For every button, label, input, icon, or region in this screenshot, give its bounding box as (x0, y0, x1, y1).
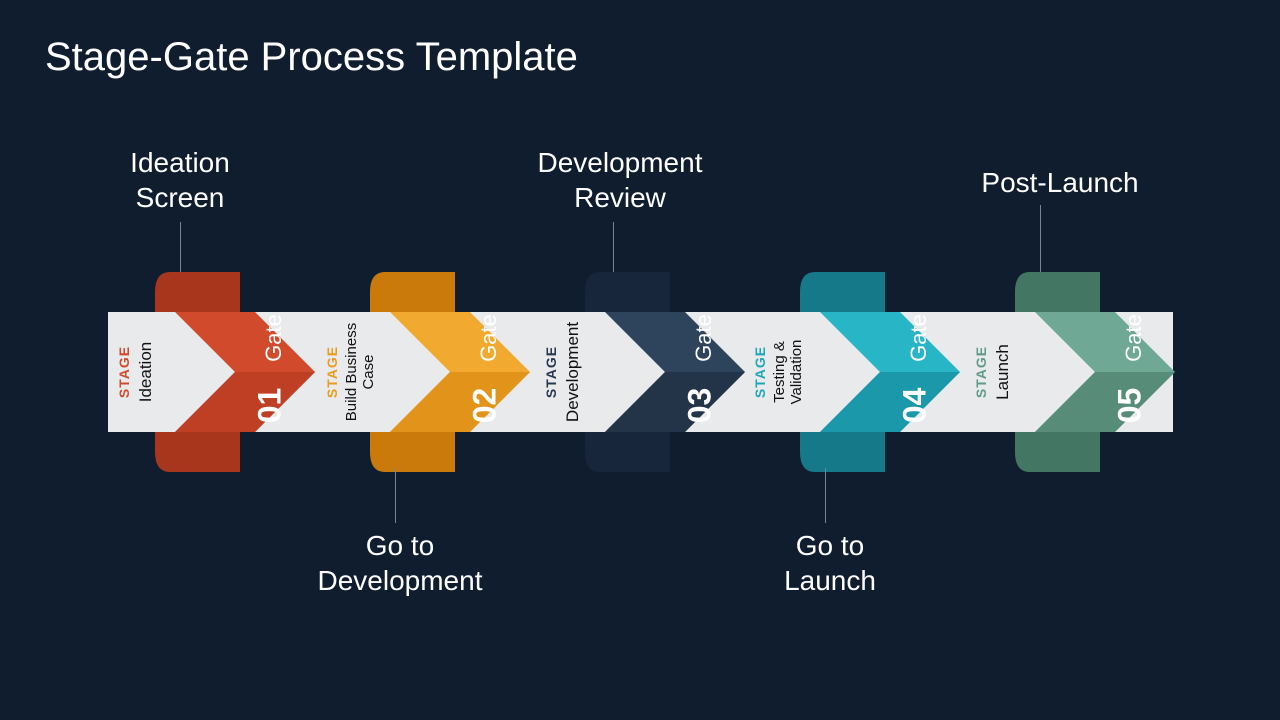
gate-label-1: Gate (261, 314, 287, 362)
gate-label-3: Gate (691, 314, 717, 362)
stage-block-5: STAGE Launch (965, 312, 1020, 432)
stage-name-1: Ideation (136, 342, 156, 403)
connector-3 (613, 222, 614, 277)
callout-1: Ideation Screen (110, 145, 250, 215)
stage-block-4: STAGE Testing & Validation (748, 312, 808, 432)
stage-word-1: STAGE (116, 346, 132, 398)
stage-word-2: STAGE (324, 346, 340, 398)
stage-word-3: STAGE (543, 346, 559, 398)
gate-chevron-2: Gate 02 (370, 272, 530, 472)
callout-3: Development Review (510, 145, 730, 215)
stage-word-5: STAGE (973, 346, 989, 398)
gate-label-2: Gate (476, 314, 502, 362)
gate-number-2: 02 (466, 388, 503, 424)
connector-1 (180, 222, 181, 277)
callout-4: Go to Launch (745, 528, 915, 598)
connector-2 (395, 468, 396, 523)
gate-number-5: 05 (1111, 388, 1148, 424)
stage-word-4: STAGE (752, 346, 768, 398)
connector-4 (825, 468, 826, 523)
gate-number-3: 03 (681, 388, 718, 424)
stage-block-3: STAGE Development (535, 312, 590, 432)
gate-chevron-3: Gate 03 (585, 272, 745, 472)
gate-label-4: Gate (906, 314, 932, 362)
gate-number-4: 04 (896, 388, 933, 424)
gate-chevron-5: Gate 05 (1015, 272, 1175, 472)
gate-label-5: Gate (1121, 314, 1147, 362)
gate-number-1: 01 (251, 388, 288, 424)
slide-title: Stage-Gate Process Template (45, 35, 578, 80)
stage-name-5: Launch (993, 344, 1013, 400)
gate-chevron-4: Gate 04 (800, 272, 960, 472)
gate-chevron-1: Gate 01 (155, 272, 315, 472)
callout-2: Go to Development (300, 528, 500, 598)
callout-5: Post-Launch (950, 165, 1170, 200)
stage-name-3: Development (563, 322, 583, 422)
connector-5 (1040, 205, 1041, 275)
